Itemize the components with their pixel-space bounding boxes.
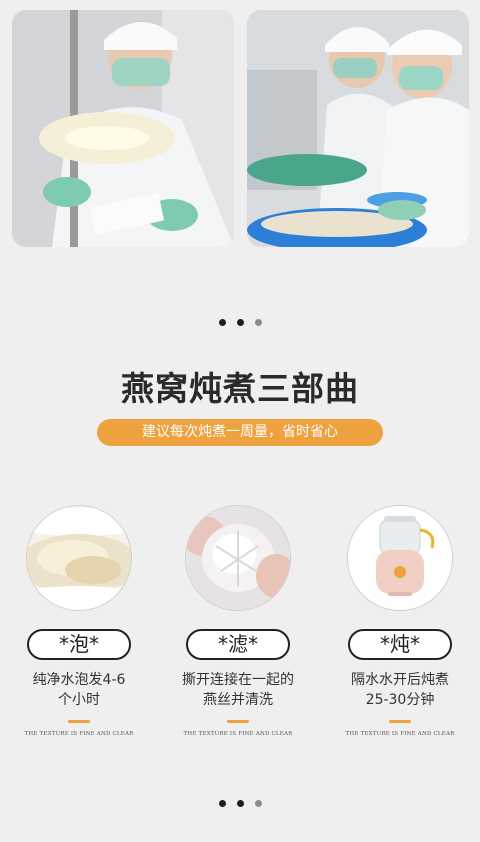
- cleaning-workers-photo: [247, 10, 469, 247]
- soaking-nest-image: [26, 505, 132, 611]
- filtering-nest-image: [185, 505, 291, 611]
- step-description: 纯净水泡发4-6 个小时: [32, 672, 126, 708]
- accent-divider: [389, 720, 411, 723]
- carousel-pagination: [0, 319, 480, 326]
- pagination-dot[interactable]: [254, 800, 262, 807]
- step-label: *滤*: [186, 629, 290, 660]
- stew-cooker-image: [347, 505, 453, 611]
- step-caption: THE TEXTURE IS FINE AND CLEAR: [183, 731, 293, 737]
- step-caption: THE TEXTURE IS FINE AND CLEAR: [345, 731, 455, 737]
- lab-inspection-photo: [12, 10, 234, 247]
- step-description: 撕开连接在一起的 燕丝并清洗: [182, 672, 294, 708]
- pagination-dot-active[interactable]: [218, 800, 226, 807]
- step-description: 隔水水开后炖煮 25-30分钟: [351, 672, 449, 708]
- step-filter: *滤* 撕开连接在一起的 燕丝并清洗 THE TEXTURE IS FINE A…: [168, 505, 308, 737]
- step-soak: *泡* 纯净水泡发4-6 个小时 THE TEXTURE IS FINE AND…: [9, 505, 149, 737]
- accent-divider: [68, 720, 90, 723]
- step-stew: *炖* 隔水水开后炖煮 25-30分钟 THE TEXTURE IS FINE …: [330, 505, 470, 737]
- step-label: *炖*: [348, 629, 452, 660]
- step-caption: THE TEXTURE IS FINE AND CLEAR: [24, 731, 134, 737]
- pagination-dot[interactable]: [236, 800, 244, 807]
- carousel-pagination-bottom: [0, 800, 480, 807]
- step-label: *泡*: [27, 629, 131, 660]
- subtitle-pill: 建议每次炖煮一周量，省时省心: [97, 419, 383, 446]
- accent-divider: [227, 720, 249, 723]
- section-title: 燕窝炖煮三部曲: [121, 369, 359, 408]
- pagination-dot[interactable]: [236, 319, 244, 326]
- pagination-dot[interactable]: [254, 319, 262, 326]
- pagination-dot-active[interactable]: [218, 319, 226, 326]
